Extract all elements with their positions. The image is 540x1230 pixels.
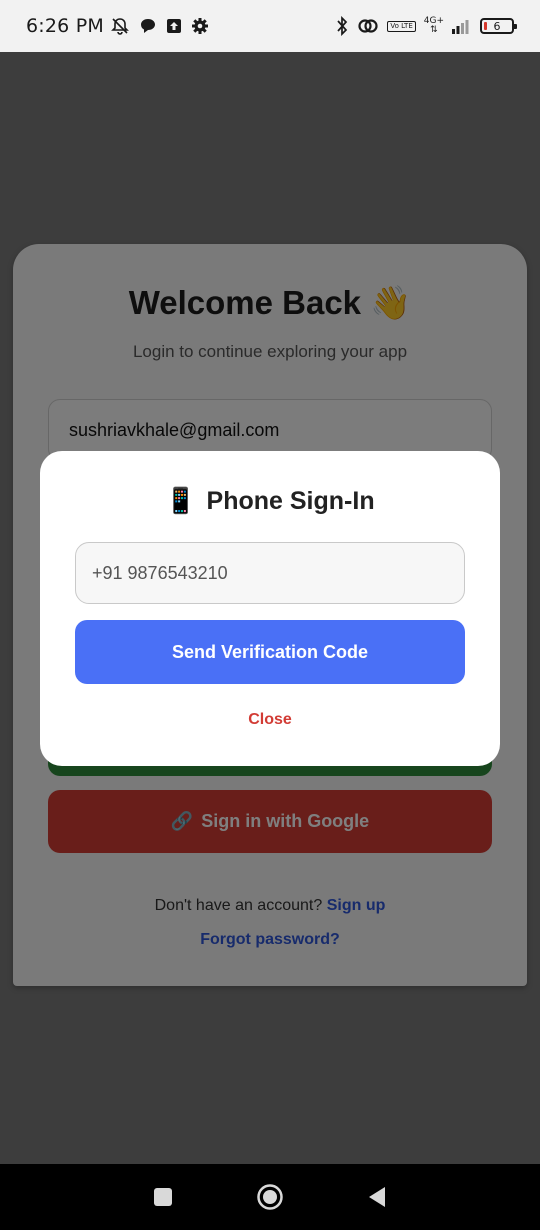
status-bar: 6:26 PM Vo LTE 4G+ ⇅ 6 [0, 0, 540, 52]
battery-level: 6 [493, 19, 501, 33]
close-button[interactable]: Close [40, 711, 500, 729]
modal-title: 📱 Phone Sign-In [40, 487, 500, 516]
data-arrows-icon: ⇅ [430, 25, 438, 35]
phone-number-input[interactable] [75, 542, 465, 604]
battery-icon: 6 [480, 18, 517, 34]
upload-icon [166, 18, 182, 34]
volte-icon: Vo LTE [387, 20, 416, 32]
recents-square-icon[interactable] [143, 1177, 183, 1217]
send-verification-code-button[interactable]: Send Verification Code [75, 620, 465, 684]
bell-off-icon [110, 16, 130, 36]
home-circle-icon[interactable] [250, 1177, 290, 1217]
status-time: 6:26 PM [26, 15, 104, 37]
chat-bubble-icon [139, 17, 157, 35]
settings-gear-icon [191, 17, 209, 35]
phone-icon: 📱 [165, 487, 197, 515]
phone-signin-modal: 📱 Phone Sign-In Send Verification Code C… [40, 451, 500, 766]
link-icon [357, 17, 379, 35]
modal-title-text: Phone Sign-In [206, 487, 375, 515]
bluetooth-icon [335, 16, 349, 36]
battery-level-fill [484, 22, 487, 30]
system-nav-bar [0, 1164, 540, 1230]
signal-icon [452, 18, 472, 34]
back-triangle-icon[interactable] [357, 1177, 397, 1217]
network-type: 4G+ ⇅ [424, 17, 444, 35]
